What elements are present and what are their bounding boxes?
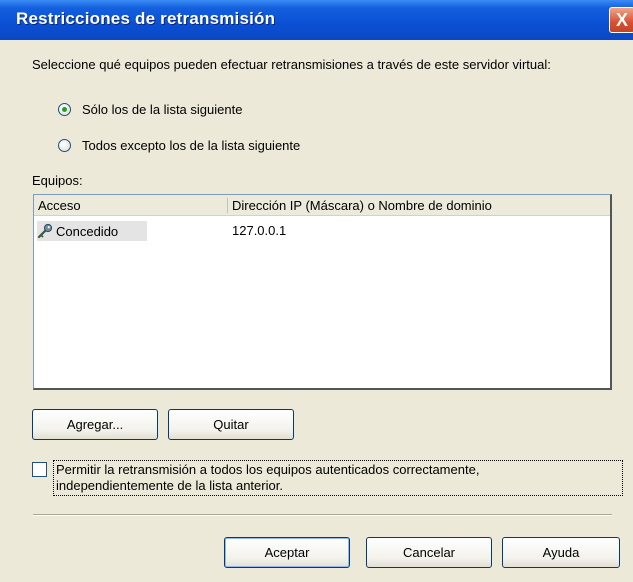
address-value: 127.0.0.1 xyxy=(232,223,287,238)
table-row[interactable]: Concedido 127.0.0.1 xyxy=(34,221,610,241)
checkbox-label-line1: Permitir la retransmisión a todos los eq… xyxy=(56,462,480,477)
remove-button[interactable]: Quitar xyxy=(168,409,294,440)
description-text: Seleccione qué equipos pueden efectuar r… xyxy=(32,57,551,72)
radio-only-listed[interactable]: Sólo los de la lista siguiente xyxy=(58,100,242,118)
cancel-button[interactable]: Cancelar xyxy=(366,537,492,568)
radio-all-except-listed[interactable]: Todos excepto los de la lista siguiente xyxy=(58,136,300,154)
computers-label: Equipos: xyxy=(32,173,83,188)
help-button[interactable]: Ayuda xyxy=(502,537,620,568)
list-header: Acceso Dirección IP (Máscara) o Nombre d… xyxy=(34,195,610,216)
cancel-button-label: Cancelar xyxy=(402,545,456,560)
add-button-label: Agregar... xyxy=(66,417,124,432)
radio-all-except-label: Todos excepto los de la lista siguiente xyxy=(82,137,301,153)
close-icon: X xyxy=(615,10,628,30)
access-value: Concedido xyxy=(56,223,119,239)
computers-listview[interactable]: Acceso Dirección IP (Máscara) o Nombre d… xyxy=(33,194,612,390)
ok-button-label: Aceptar xyxy=(264,545,310,560)
radio-only-listed-label: Sólo los de la lista siguiente xyxy=(82,101,243,117)
help-button-label: Ayuda xyxy=(542,545,580,560)
column-header-address[interactable]: Dirección IP (Máscara) o Nombre de domin… xyxy=(232,198,492,213)
dialog-title: Restricciones de retransmisión xyxy=(16,9,276,28)
relay-restrictions-dialog: Restricciones de retransmisión X Selecci… xyxy=(0,0,633,582)
checkbox-label-line2: independientemente de la lista anterior. xyxy=(56,478,283,493)
title-bar[interactable]: Restricciones de retransmisión X xyxy=(0,0,633,40)
ok-button[interactable]: Aceptar xyxy=(224,537,350,568)
add-button[interactable]: Agregar... xyxy=(32,409,158,440)
close-button[interactable]: X xyxy=(609,7,633,33)
key-icon xyxy=(37,223,53,239)
divider xyxy=(33,514,612,516)
allow-authenticated-checkbox[interactable] xyxy=(32,462,47,477)
remove-button-label: Quitar xyxy=(213,417,249,432)
column-header-access[interactable]: Acceso xyxy=(38,198,81,213)
access-cell[interactable]: Concedido xyxy=(37,221,147,241)
column-separator[interactable] xyxy=(227,198,228,213)
radio-button-selected[interactable] xyxy=(58,102,71,116)
allow-authenticated-label: Permitir la retransmisión a todos los eq… xyxy=(53,460,623,496)
radio-button-unselected[interactable] xyxy=(58,138,71,152)
